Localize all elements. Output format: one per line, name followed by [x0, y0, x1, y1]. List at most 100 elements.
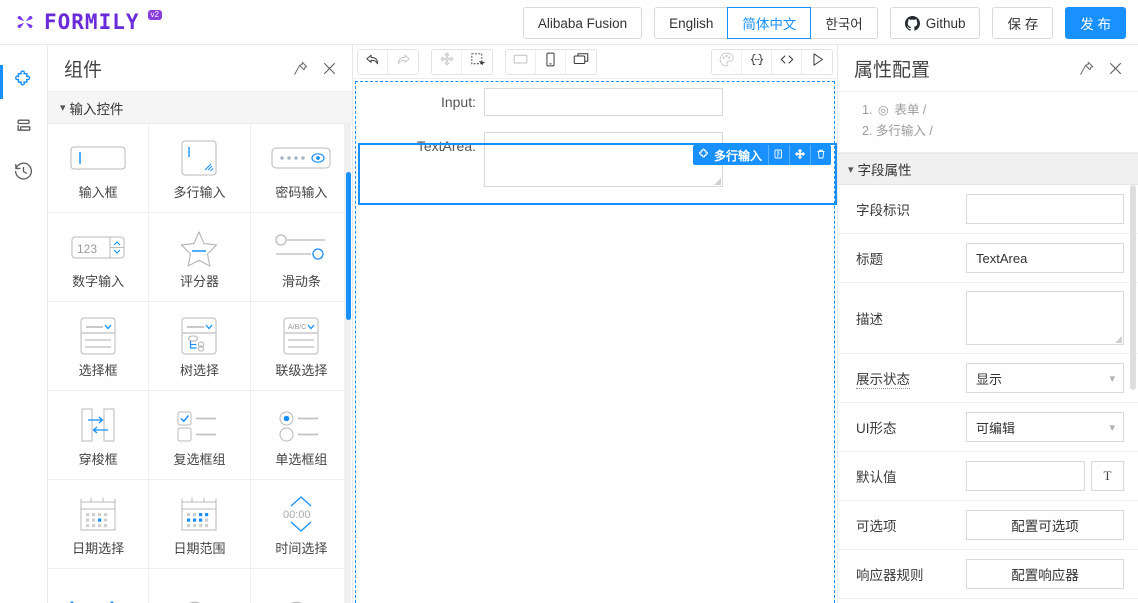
schema-json-button[interactable] [742, 49, 772, 74]
field-label-wrap: 响应器规则 [856, 564, 966, 585]
move-button[interactable] [432, 49, 462, 74]
component-item-time-range[interactable]: 00:00 00:00 [48, 569, 150, 603]
property-field-reactions: 响应器规则 配置响应器 [838, 550, 1138, 599]
form-field-input[interactable]: Input: [356, 82, 834, 126]
component-item-tree-select[interactable]: 树选择 [149, 302, 251, 391]
component-item-upload[interactable] [149, 569, 251, 603]
text-type-button[interactable]: T [1091, 461, 1124, 491]
field-label: Input: [440, 94, 476, 110]
identifier-input[interactable] [966, 194, 1124, 224]
preview-button[interactable] [802, 49, 832, 74]
component-item-rate[interactable]: 评分器 [149, 213, 251, 302]
theme-alibaba-fusion-button[interactable]: Alibaba Fusion [522, 7, 643, 39]
ui-mode-select[interactable]: 可编辑 ▾ [966, 412, 1124, 442]
delete-button[interactable] [810, 145, 831, 165]
description-textarea[interactable] [966, 291, 1124, 345]
rail-item-history[interactable] [0, 151, 48, 197]
component-item-date-range[interactable]: 日期范围 [149, 480, 251, 569]
canvas-toolbar [353, 45, 837, 79]
component-item-slider[interactable]: 滑动条 [250, 213, 352, 302]
transfer-icon [74, 403, 122, 447]
component-item-password[interactable]: 密码输入 [250, 124, 352, 213]
component-item-transfer[interactable]: 穿梭框 [48, 391, 150, 480]
component-label: 滑动条 [281, 273, 321, 289]
section-header-input-controls[interactable]: ▾ 输入控件 [48, 92, 352, 124]
lang-english-button[interactable]: English [654, 7, 729, 39]
lang-korean-button[interactable]: 한국어 [810, 7, 878, 39]
page-title: 组件 [64, 59, 103, 81]
field-label: 展示状态 [856, 368, 910, 389]
field-label-wrap: 可选项 [856, 515, 966, 536]
publish-button[interactable]: 发 布 [1065, 7, 1126, 39]
tablet-icon [572, 50, 590, 73]
component-item-time-picker[interactable]: 00:00 时间选择 [250, 480, 352, 569]
svg-text:123: 123 [77, 242, 97, 256]
display-state-select[interactable]: 显示 ▾ [966, 363, 1124, 393]
panel-header-icons [1078, 60, 1124, 77]
desktop-viewport-button[interactable] [506, 49, 536, 74]
save-button[interactable]: 保 存 [992, 7, 1054, 39]
input-field[interactable] [484, 88, 723, 116]
theme-button[interactable] [712, 49, 742, 74]
pin-icon[interactable] [1078, 60, 1095, 77]
number-input-icon: 123 [68, 225, 128, 269]
breadcrumb-item-textarea[interactable]: 2. 多行输入 / [862, 121, 1138, 142]
field-label-wrap: 默认值 [856, 466, 966, 487]
component-label: 日期范围 [173, 540, 226, 556]
radio-group-icon [274, 403, 328, 447]
component-item-text-input[interactable]: 输入框 [48, 124, 150, 213]
mobile-viewport-button[interactable] [536, 49, 566, 74]
app-logo: FORMILY v2 [12, 9, 162, 35]
component-item-textarea[interactable]: 多行输入 [149, 124, 251, 213]
rail-item-components[interactable] [0, 59, 48, 105]
chevron-down-icon: ▾ [60, 102, 66, 114]
rail-item-outline[interactable] [0, 105, 48, 151]
close-icon[interactable] [1107, 60, 1124, 77]
drag-move-button[interactable] [789, 145, 810, 165]
configure-reactions-button[interactable]: 配置响应器 [966, 559, 1124, 589]
puzzle-icon [13, 69, 34, 95]
desktop-icon [512, 51, 529, 73]
components-scrollbar-thumb[interactable] [346, 172, 351, 320]
canvas-body[interactable]: Input: TextArea: 多行输入 [353, 79, 837, 603]
component-item-select[interactable]: 选择框 [48, 302, 150, 391]
component-item-number-input[interactable]: 123 数字输入 [48, 213, 150, 302]
component-item-checkbox-group[interactable]: 复选框组 [149, 391, 251, 480]
component-item-upload-add[interactable] [250, 569, 352, 603]
undo-button[interactable] [358, 49, 388, 74]
field-control [966, 291, 1124, 345]
redo-button[interactable] [388, 49, 418, 74]
title-input[interactable]: TextArea [966, 243, 1124, 273]
textarea-field[interactable] [484, 132, 723, 187]
field-label: 响应器规则 [856, 567, 924, 583]
close-icon[interactable] [321, 60, 338, 77]
section-header-field-properties[interactable]: ▾ 字段属性 [838, 153, 1138, 185]
component-item-radio-group[interactable]: 单选框组 [250, 391, 352, 480]
component-label: 单选框组 [275, 451, 328, 467]
selection-label: 多行输入 [713, 148, 762, 163]
tablet-viewport-button[interactable] [566, 49, 596, 74]
component-label: 树选择 [179, 362, 219, 378]
component-item-cascader[interactable]: A/B/C 联级选择 [250, 302, 352, 391]
github-button[interactable]: Github [889, 7, 981, 39]
component-label: 选择框 [78, 362, 118, 378]
configure-options-button[interactable]: 配置可选项 [966, 510, 1124, 540]
properties-panel-header: 属性配置 [838, 45, 1138, 92]
code-button[interactable] [772, 49, 802, 74]
form-root-container[interactable]: Input: TextArea: 多行输入 [355, 81, 837, 603]
chevron-down-icon: ▾ [1109, 372, 1115, 385]
properties-scrollbar-thumb[interactable] [1130, 185, 1136, 390]
component-item-date-picker[interactable]: 日期选择 [48, 480, 150, 569]
lang-chinese-button[interactable]: 简体中文 [727, 7, 812, 39]
component-label: 评分器 [179, 273, 219, 289]
breadcrumb-item-form[interactable]: 1. ◎ 表单 / [862, 100, 1138, 121]
github-label: Github [925, 15, 966, 31]
default-value-input[interactable] [966, 461, 1085, 491]
selection-label-chip[interactable]: 多行输入 [692, 145, 768, 165]
marquee-button[interactable] [462, 49, 492, 74]
field-control: TextArea [966, 243, 1124, 273]
svg-text:00:00: 00:00 [283, 509, 311, 521]
chevron-down-icon: ▾ [848, 163, 854, 176]
pin-icon[interactable] [292, 60, 309, 77]
copy-button[interactable] [768, 145, 789, 165]
